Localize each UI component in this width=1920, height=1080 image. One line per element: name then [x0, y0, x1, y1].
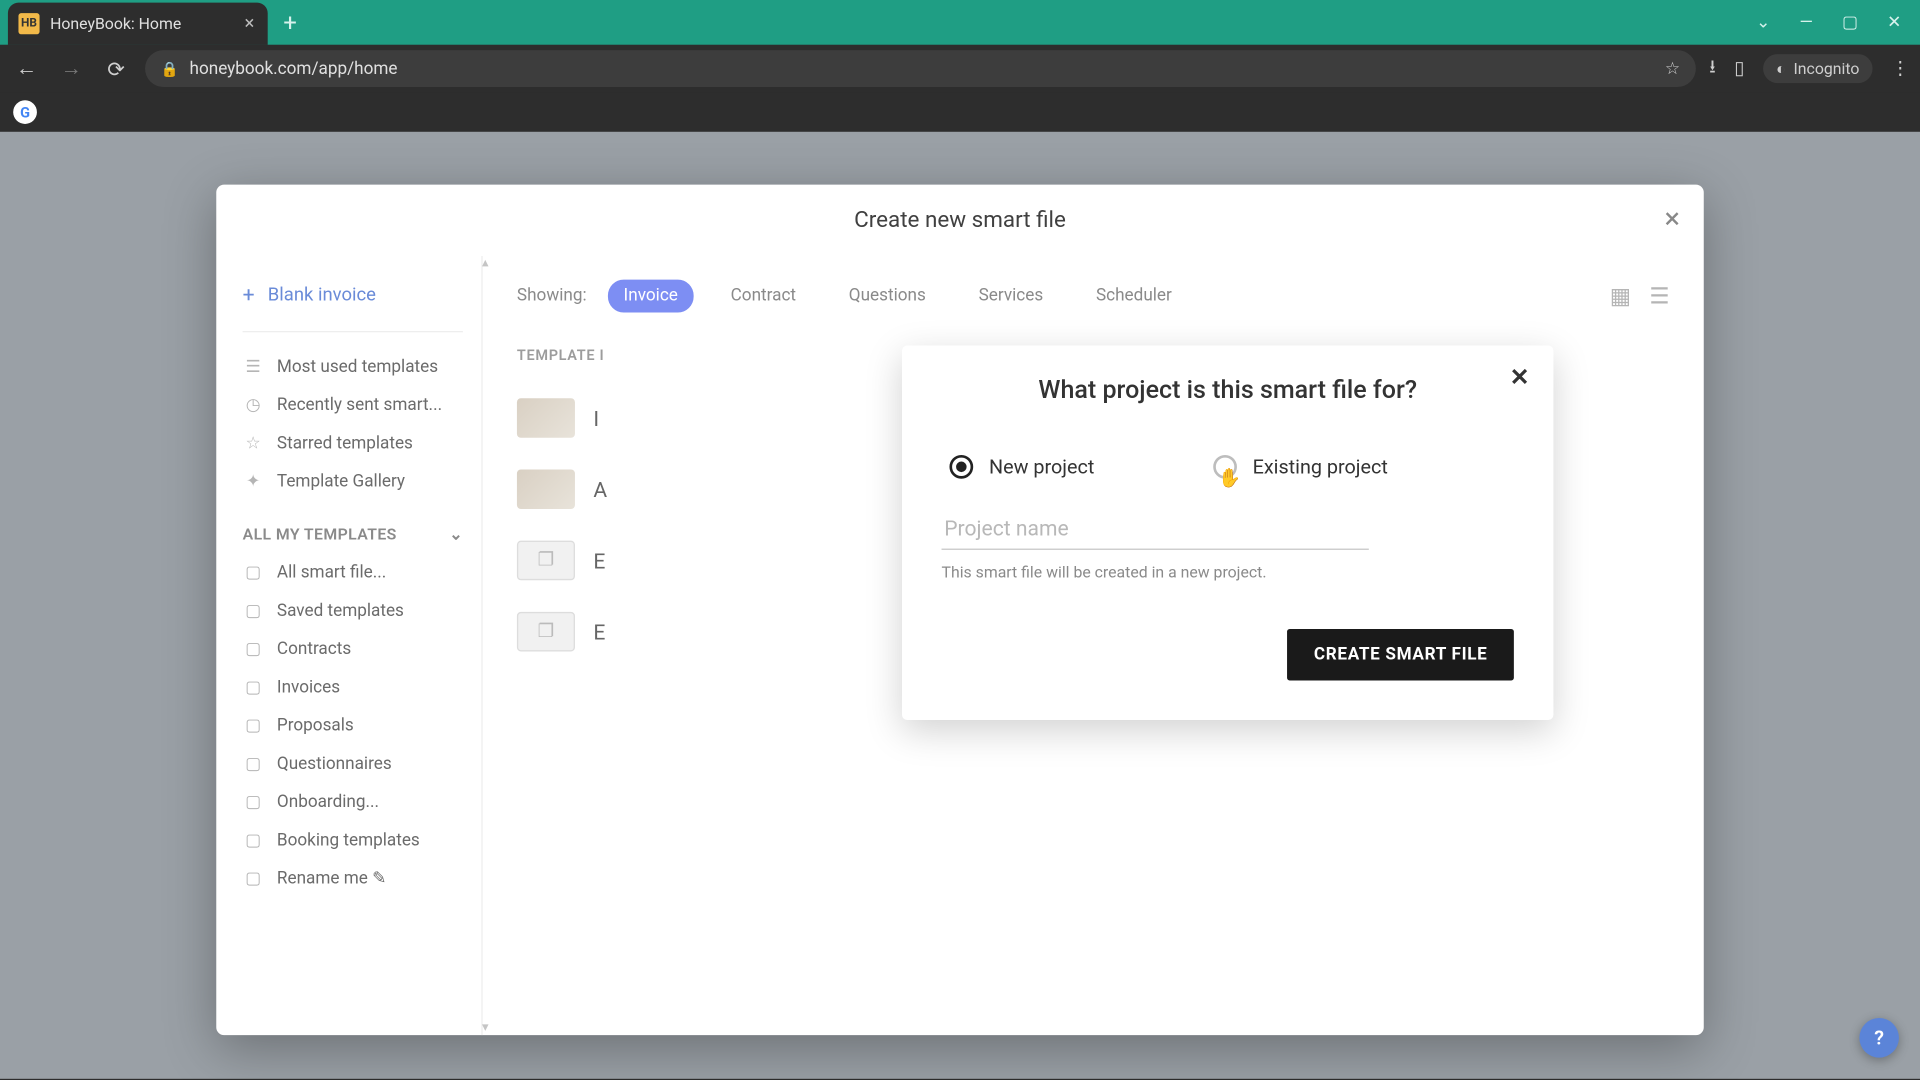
browser-tab[interactable]: HB HoneyBook: Home ×	[8, 3, 268, 45]
help-button[interactable]: ?	[1859, 1018, 1899, 1058]
back-button[interactable]: ←	[11, 55, 43, 81]
tab-title: HoneyBook: Home	[50, 15, 181, 33]
column-heading-template: TEMPLATE I	[517, 347, 939, 364]
list-icon: ☰	[243, 357, 264, 377]
address-bar[interactable]: 🔒 honeybook.com/app/home ☆	[145, 50, 1696, 87]
filter-pill-contract[interactable]: Contract	[715, 280, 812, 313]
downloads-icon[interactable]: ⭳	[1709, 53, 1715, 85]
profile-label: Incognito	[1793, 59, 1859, 77]
blank-invoice-button[interactable]: + Blank invoice	[243, 272, 463, 331]
url-text: honeybook.com/app/home	[190, 59, 398, 79]
template-row[interactable]: ❐E	[517, 596, 939, 667]
folder-icon: ▢	[243, 716, 264, 736]
sidebar-item-all[interactable]: ▢All smart file...	[243, 554, 463, 592]
dialog-title: What project is this smart file for?	[942, 375, 1514, 405]
blank-invoice-label: Blank invoice	[268, 284, 376, 305]
window-minimize-icon[interactable]: —	[1800, 13, 1813, 33]
bookmark-star-icon[interactable]: ☆	[1665, 59, 1680, 79]
template-row[interactable]: A	[517, 454, 939, 525]
folder-icon: ▢	[243, 869, 264, 889]
folder-icon: ▢	[243, 601, 264, 621]
close-dialog-button[interactable]: ✕	[1510, 364, 1530, 392]
folder-icon: ▢	[243, 640, 264, 660]
new-tab-button[interactable]: +	[283, 9, 296, 37]
window-close-icon[interactable]: ✕	[1887, 13, 1901, 33]
template-row[interactable]: ❐E	[517, 525, 939, 596]
template-thumb	[517, 469, 575, 509]
create-smart-file-button[interactable]: CREATE SMART FILE	[1288, 629, 1514, 680]
project-name-input[interactable]	[942, 510, 1369, 550]
chevron-down-icon: ⌄	[449, 525, 463, 543]
sidebar-item-most-used[interactable]: ☰Most used templates	[243, 348, 463, 386]
template-sidebar: + Blank invoice ☰Most used templates ◷Re…	[216, 256, 482, 1035]
lock-icon: 🔒	[161, 60, 179, 77]
filter-pill-invoice[interactable]: Invoice	[608, 280, 694, 313]
template-thumb: ❐	[517, 541, 575, 581]
radio-label: Existing project	[1253, 455, 1388, 479]
sparkle-icon: ✦	[243, 472, 264, 492]
modal-title: Create new smart file	[854, 207, 1066, 233]
filter-pill-questions[interactable]: Questions	[833, 280, 942, 313]
helper-text: This smart file will be created in a new…	[942, 563, 1514, 581]
browser-toolbar: ← → ⟳ 🔒 honeybook.com/app/home ☆ ⭳ ▯ ◐ I…	[0, 45, 1920, 92]
radio-option-existing-project[interactable]: Existing project ✋	[1213, 455, 1388, 479]
plus-icon: +	[243, 282, 255, 307]
grid-view-icon[interactable]: ▦	[1610, 283, 1631, 309]
sidebar-item-invoices[interactable]: ▢Invoices	[243, 669, 463, 707]
radio-checked-icon	[949, 455, 973, 479]
reader-icon[interactable]: ▯	[1734, 58, 1744, 79]
folder-icon: ▢	[243, 831, 264, 851]
list-view-icon[interactable]: ☰	[1649, 283, 1669, 309]
browser-titlebar: HB HoneyBook: Home × + ⌄ — ▢ ✕	[0, 0, 1920, 45]
sidebar-item-rename[interactable]: ▢Rename me ✎	[243, 860, 463, 898]
site-favicon: HB	[18, 13, 39, 34]
radio-option-new-project[interactable]: New project	[949, 455, 1094, 479]
sidebar-item-questionnaires[interactable]: ▢Questionnaires	[243, 745, 463, 783]
window-maximize-icon[interactable]: ▢	[1842, 13, 1858, 33]
template-thumb: ❐	[517, 612, 575, 652]
filter-label: Showing:	[517, 286, 587, 306]
sidebar-section-heading[interactable]: ALL MY TEMPLATES ⌄	[243, 501, 463, 554]
radio-unchecked-icon	[1213, 455, 1237, 479]
folder-icon: ▢	[243, 678, 264, 698]
folder-icon: ▢	[243, 793, 264, 813]
template-thumb	[517, 398, 575, 438]
project-selection-dialog: What project is this smart file for? ✕ N…	[902, 345, 1553, 720]
template-main-panel: Showing: Invoice Contract Questions Serv…	[483, 256, 1704, 1035]
sidebar-item-booking[interactable]: ▢Booking templates	[243, 822, 463, 860]
profile-chip[interactable]: ◐ Incognito	[1763, 54, 1873, 83]
folder-icon: ▢	[243, 563, 264, 583]
folder-icon: ▢	[243, 754, 264, 774]
clock-icon: ◷	[243, 396, 264, 416]
google-shortcut-icon[interactable]: G	[13, 100, 37, 124]
sidebar-item-contracts[interactable]: ▢Contracts	[243, 630, 463, 668]
bookmarks-bar: G	[0, 92, 1920, 132]
sidebar-item-gallery[interactable]: ✦Template Gallery	[243, 463, 463, 501]
sidebar-item-recent[interactable]: ◷Recently sent smart...	[243, 386, 463, 424]
close-modal-button[interactable]: ×	[1665, 203, 1680, 236]
create-smart-file-modal: Create new smart file × ▴▾ + Blank invoi…	[216, 185, 1703, 1036]
sidebar-item-onboarding[interactable]: ▢Onboarding...	[243, 783, 463, 821]
window-dropdown-icon[interactable]: ⌄	[1756, 13, 1770, 33]
filter-pill-services[interactable]: Services	[963, 280, 1059, 313]
template-row[interactable]: I	[517, 382, 939, 453]
star-icon: ☆	[243, 434, 264, 454]
reload-button[interactable]: ⟳	[100, 56, 132, 81]
kebab-menu-icon[interactable]: ⋮	[1891, 58, 1909, 79]
sidebar-item-saved[interactable]: ▢Saved templates	[243, 592, 463, 630]
close-tab-icon[interactable]: ×	[245, 13, 255, 34]
radio-label: New project	[989, 455, 1094, 479]
sidebar-item-proposals[interactable]: ▢Proposals	[243, 707, 463, 745]
incognito-icon: ◐	[1776, 59, 1786, 77]
forward-button[interactable]: →	[55, 55, 87, 81]
filter-pill-scheduler[interactable]: Scheduler	[1080, 280, 1188, 313]
sidebar-item-starred[interactable]: ☆Starred templates	[243, 425, 463, 463]
